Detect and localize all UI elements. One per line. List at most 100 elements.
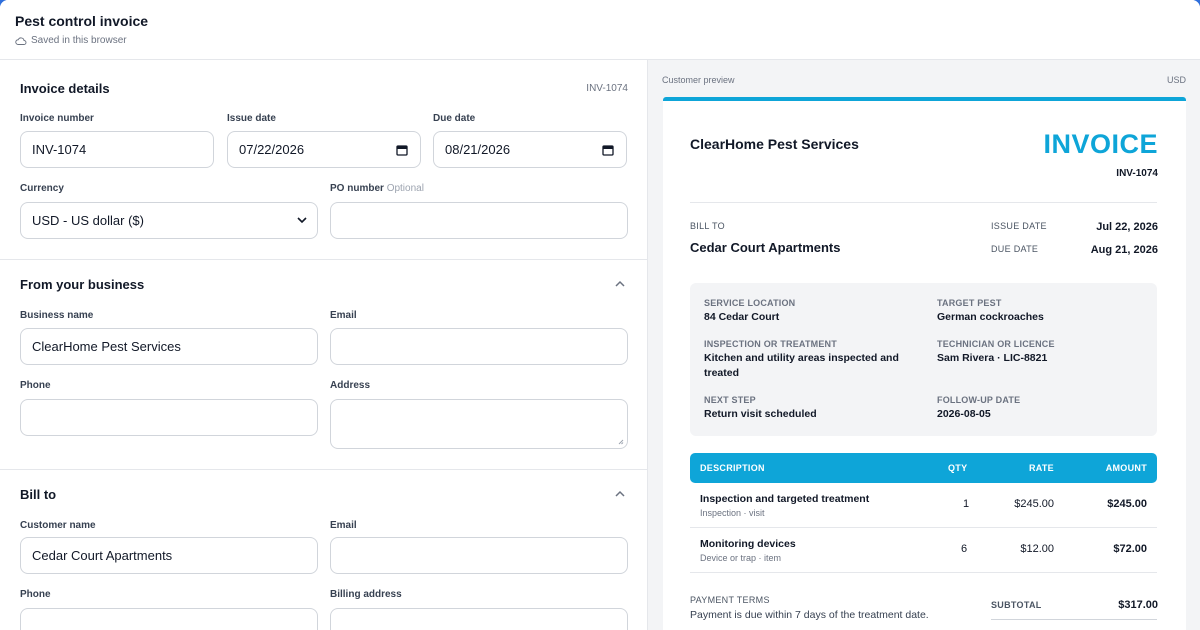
po-number-label-text: PO number xyxy=(330,183,384,194)
customer-name-label: Customer name xyxy=(20,520,96,531)
bill-to-label: BILL TO xyxy=(690,221,725,231)
chevron-up-icon[interactable] xyxy=(614,280,626,288)
preview-label: Customer preview xyxy=(662,75,735,85)
preview-issue-date: Jul 22, 2026 xyxy=(1096,221,1158,233)
currency-label: Currency xyxy=(20,183,64,194)
subtotal-value: $317.00 xyxy=(1118,599,1158,611)
chevron-up-icon[interactable] xyxy=(614,490,626,498)
top-bar: Pest control invoice Saved in this brows… xyxy=(0,0,1200,60)
inspection-line-2: treated xyxy=(704,367,740,379)
subtotal-label: SUBTOTAL xyxy=(991,600,1042,610)
invoice-document: ClearHome Pest Services INVOICE INV-1074… xyxy=(663,97,1186,630)
item-name: Monitoring devices xyxy=(700,538,796,550)
item-rate: $12.00 xyxy=(1020,543,1054,555)
business-name-input[interactable]: ClearHome Pest Services xyxy=(20,328,318,365)
business-email-label: Email xyxy=(330,310,357,321)
section-title: Bill to xyxy=(20,487,57,502)
calendar-icon[interactable] xyxy=(602,144,614,156)
customer-email-label: Email xyxy=(330,520,357,531)
app-window: Pest control invoice Saved in this brows… xyxy=(0,0,1200,630)
service-location-label: SERVICE LOCATION xyxy=(704,298,796,308)
item-subtitle: Inspection · visit xyxy=(700,508,765,518)
from-business-section: From your business Business name ClearHo… xyxy=(0,260,647,470)
target-pest: German cockroaches xyxy=(937,311,1044,323)
service-details-box: SERVICE LOCATION 84 Cedar Court TARGET P… xyxy=(690,283,1157,436)
due-date-caption: DUE DATE xyxy=(991,244,1039,254)
item-qty: 6 xyxy=(961,543,968,555)
target-pest-label: TARGET PEST xyxy=(937,298,1002,308)
item-subtitle: Device or trap · item xyxy=(700,553,782,563)
invoice-heading: INVOICE xyxy=(1043,129,1158,159)
business-name-value: ClearHome Pest Services xyxy=(32,339,181,354)
item-rate: $245.00 xyxy=(1014,498,1054,510)
save-status-text: Saved in this browser xyxy=(31,35,127,46)
issue-date-input[interactable]: 07/22/2026 xyxy=(227,131,421,168)
col-rate: RATE xyxy=(1028,463,1054,473)
due-date-label: Due date xyxy=(433,113,476,124)
line-items-header: DESCRIPTION QTY RATE AMOUNT xyxy=(690,453,1157,483)
customer-name-value: Cedar Court Apartments xyxy=(32,548,173,563)
customer-phone-label: Phone xyxy=(20,589,51,600)
optional-hint: Optional xyxy=(386,183,424,194)
business-address-textarea[interactable] xyxy=(330,399,628,449)
invoice-number-label: Invoice number xyxy=(20,113,94,124)
invoice-details-section: Invoice details INV-1074 Invoice number … xyxy=(0,60,647,260)
issue-date-caption: ISSUE DATE xyxy=(991,221,1047,231)
invoice-form: Invoice details INV-1074 Invoice number … xyxy=(0,60,648,630)
billing-address-textarea[interactable] xyxy=(330,608,628,630)
issue-date-value: 07/22/2026 xyxy=(239,142,305,157)
calendar-icon[interactable] xyxy=(396,144,408,156)
bill-to-section: Bill to Customer name Cedar Court Apartm… xyxy=(0,470,647,630)
inspection-line-1: Kitchen and utility areas inspected and xyxy=(704,352,899,364)
item-amount: $72.00 xyxy=(1113,543,1147,555)
table-row: Monitoring devices Device or trap · item… xyxy=(690,528,1157,573)
service-location: 84 Cedar Court xyxy=(704,311,780,323)
invoice-reference: INV-1074 xyxy=(586,83,628,94)
business-email-input[interactable] xyxy=(330,328,628,365)
table-row: Inspection and targeted treatment Inspec… xyxy=(690,483,1157,528)
technician: Sam Rivera · LIC-8821 xyxy=(937,352,1048,364)
billing-address-label: Billing address xyxy=(330,589,402,600)
invoice-number-input[interactable]: INV-1074 xyxy=(20,131,214,168)
business-name-label: Business name xyxy=(20,310,94,321)
currency-select[interactable]: USD - US dollar ($) xyxy=(20,202,318,239)
preview-due-date: Aug 21, 2026 xyxy=(1090,244,1158,256)
technician-label: TECHNICIAN OR LICENCE xyxy=(937,339,1055,349)
chevron-down-icon xyxy=(297,217,307,224)
item-name: Inspection and targeted treatment xyxy=(700,493,870,505)
invoice-number-value: INV-1074 xyxy=(32,142,87,157)
payment-terms-label: PAYMENT TERMS xyxy=(690,595,770,605)
followup-date: 2026-08-05 xyxy=(937,408,991,420)
po-number-label: PO number Optional xyxy=(330,183,424,194)
item-qty: 1 xyxy=(963,498,970,510)
divider xyxy=(991,619,1157,620)
app-title: Pest control invoice xyxy=(15,13,149,29)
preview-business-name: ClearHome Pest Services xyxy=(690,136,859,152)
due-date-input[interactable]: 08/21/2026 xyxy=(433,131,627,168)
due-date-value: 08/21/2026 xyxy=(445,142,511,157)
business-address-label: Address xyxy=(330,380,371,391)
po-number-input[interactable] xyxy=(330,202,628,239)
customer-phone-input[interactable] xyxy=(20,608,318,630)
inspection-label: INSPECTION OR TREATMENT xyxy=(704,339,837,349)
next-step: Return visit scheduled xyxy=(704,408,817,420)
save-status: Saved in this browser xyxy=(15,35,127,46)
col-qty: QTY xyxy=(948,463,968,473)
section-title: Invoice details xyxy=(20,81,110,96)
col-description: DESCRIPTION xyxy=(700,463,765,473)
currency-value: USD - US dollar ($) xyxy=(32,213,144,228)
resize-handle-icon[interactable] xyxy=(618,439,624,445)
preview-currency: USD xyxy=(1166,75,1186,85)
business-phone-input[interactable] xyxy=(20,399,318,436)
business-phone-label: Phone xyxy=(20,380,51,391)
followup-label: FOLLOW-UP DATE xyxy=(937,395,1021,405)
next-step-label: NEXT STEP xyxy=(704,395,756,405)
customer-preview-panel: Customer preview USD ClearHome Pest Serv… xyxy=(649,60,1200,630)
customer-email-input[interactable] xyxy=(330,537,628,574)
issue-date-label: Issue date xyxy=(227,113,276,124)
customer-name-input[interactable]: Cedar Court Apartments xyxy=(20,537,318,574)
col-amount: AMOUNT xyxy=(1105,463,1147,473)
preview-customer: Cedar Court Apartments xyxy=(690,240,841,255)
payment-terms: Payment is due within 7 days of the trea… xyxy=(690,609,929,621)
item-amount: $245.00 xyxy=(1107,498,1147,510)
